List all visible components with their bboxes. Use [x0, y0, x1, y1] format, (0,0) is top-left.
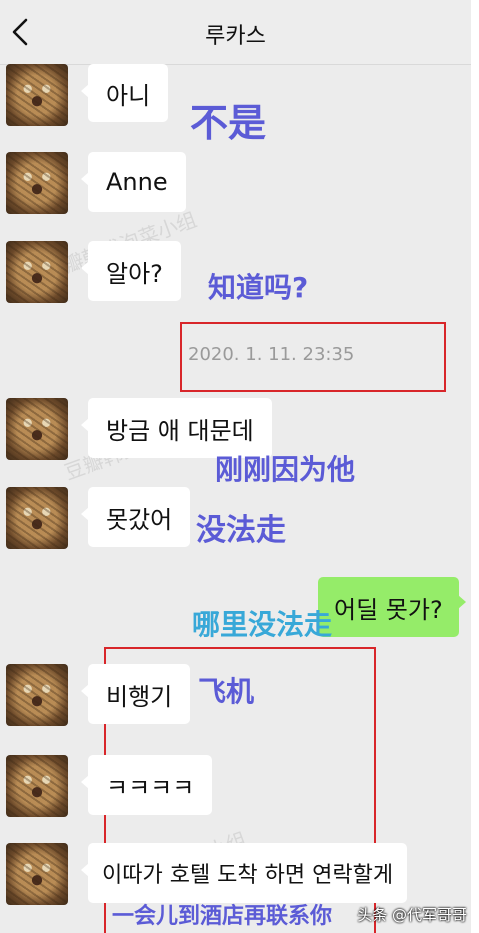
- chat-title: 루카스: [205, 24, 266, 49]
- message-row: ㅋㅋㅋㅋ: [6, 755, 466, 817]
- message-bubble[interactable]: Anne: [81, 152, 186, 212]
- edge-strip: [471, 0, 479, 933]
- avatar[interactable]: [6, 843, 68, 905]
- translation-annotation: 刚刚因为他: [215, 453, 356, 486]
- avatar[interactable]: [6, 64, 68, 126]
- message-bubble[interactable]: 알아?: [81, 241, 181, 301]
- message-bubble[interactable]: 비행기: [80, 664, 191, 724]
- outgoing-message-bubble[interactable]: 어딜 못가?: [318, 577, 466, 637]
- source-credit: 头条 @代军哥哥: [357, 906, 467, 924]
- avatar[interactable]: [6, 755, 68, 817]
- chat-header: 루카스: [0, 0, 471, 65]
- message-bubble[interactable]: 아니: [80, 64, 169, 122]
- message-bubble[interactable]: ㅋㅋㅋㅋ: [80, 755, 213, 815]
- message-row: Anne: [6, 152, 466, 214]
- avatar[interactable]: [6, 664, 68, 726]
- avatar[interactable]: [6, 241, 68, 303]
- avatar[interactable]: [6, 152, 68, 214]
- translation-annotation: 哪里没法走: [192, 608, 333, 641]
- message-row: 이따가 호텔 도착 하면 연락할게: [6, 843, 466, 905]
- translation-annotation: 不是: [190, 101, 267, 145]
- translation-annotation: 知道吗?: [208, 271, 309, 304]
- translation-annotation: 一会儿到酒店再联系你: [112, 904, 333, 929]
- avatar[interactable]: [6, 398, 68, 460]
- message-bubble[interactable]: 못갔어: [80, 487, 191, 547]
- translation-annotation: 没法走: [196, 513, 286, 548]
- avatar[interactable]: [6, 487, 68, 549]
- timestamp: 2020. 1. 11. 23:35: [188, 344, 355, 365]
- translation-annotation: 飞机: [198, 675, 255, 708]
- message-bubble[interactable]: 이따가 호텔 도착 하면 연락할게: [80, 843, 408, 903]
